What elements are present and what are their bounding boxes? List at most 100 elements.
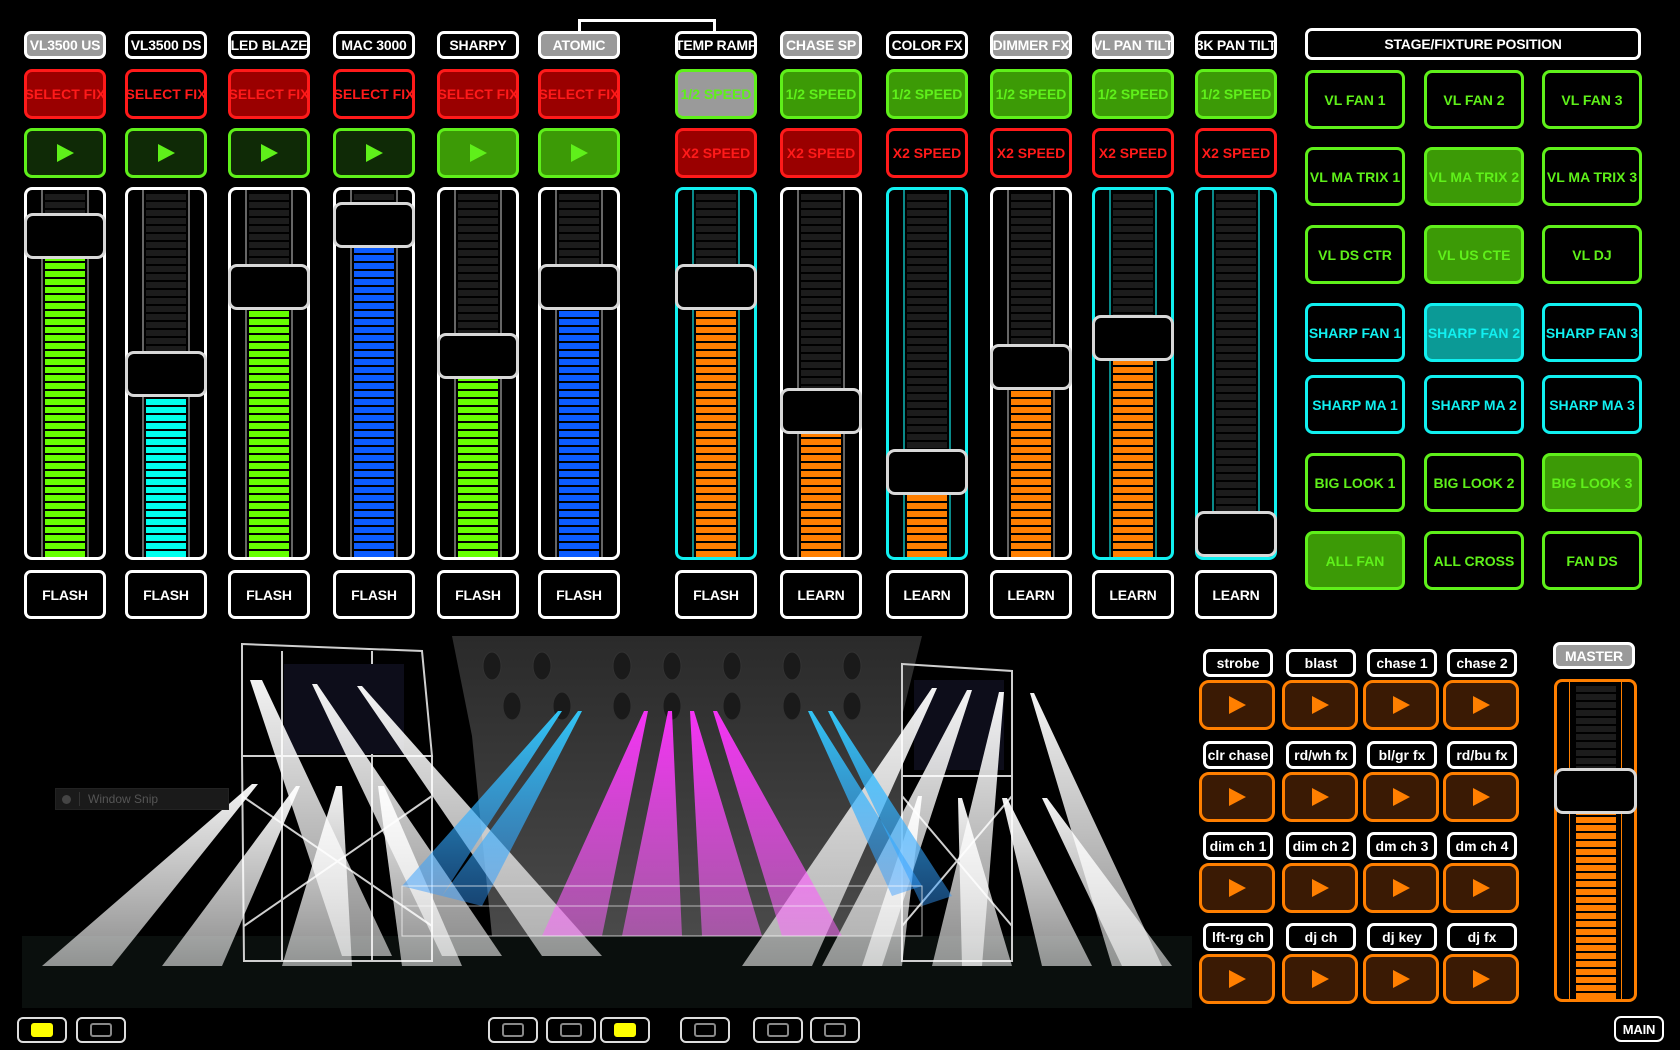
flash-button[interactable]: FLASH [538,570,620,619]
master-fader-knob[interactable] [1554,768,1637,814]
fixture-channel-fader[interactable] [437,187,519,560]
page-button[interactable] [17,1017,67,1043]
effect-channel-fader-knob[interactable] [886,449,968,495]
effect-channel-fader[interactable] [780,187,862,560]
select-fixture-button[interactable]: SELECT FIX [538,69,620,119]
flash-button[interactable]: FLASH [437,570,519,619]
stage-visualizer[interactable] [22,636,1192,1008]
position-button[interactable]: SHARP MA 2 [1424,375,1524,434]
cue-play-button[interactable] [1443,954,1519,1004]
page-button[interactable] [488,1017,538,1043]
position-button[interactable]: VL FAN 3 [1542,70,1642,129]
position-button[interactable]: VL MA TRIX 3 [1542,147,1642,206]
cue-play-button[interactable] [1443,772,1519,822]
position-button[interactable]: VL FAN 1 [1305,70,1405,129]
cue-play-button[interactable] [1363,954,1439,1004]
position-button[interactable]: BIG LOOK 2 [1424,453,1524,512]
position-button[interactable]: VL DJ [1542,225,1642,284]
effect-channel-fader-knob[interactable] [780,388,862,434]
effect-channel-fader-knob[interactable] [1195,511,1277,557]
half-speed-button[interactable]: 1/2 SPEED [780,69,862,119]
fixture-channel-fader[interactable] [228,187,310,560]
position-button[interactable]: BIG LOOK 1 [1305,453,1405,512]
half-speed-button[interactable]: 1/2 SPEED [990,69,1072,119]
select-fixture-button[interactable]: SELECT FIX [24,69,106,119]
cue-play-button[interactable] [1199,954,1275,1004]
fixture-channel-fader-knob[interactable] [333,202,415,248]
play-button[interactable] [437,128,519,178]
position-button[interactable]: VL FAN 2 [1424,70,1524,129]
learn-button[interactable]: LEARN [780,570,862,619]
half-speed-button[interactable]: 1/2 SPEED [1195,69,1277,119]
effect-channel-fader-knob[interactable] [1092,315,1174,361]
flash-button[interactable]: FLASH [333,570,415,619]
page-button[interactable] [76,1017,126,1043]
position-button[interactable]: VL DS CTR [1305,225,1405,284]
cue-play-button[interactable] [1443,863,1519,913]
effect-channel-fader[interactable] [990,187,1072,560]
flash-button[interactable]: FLASH [125,570,207,619]
position-button[interactable]: ALL CROSS [1424,531,1524,590]
page-button[interactable] [753,1017,803,1043]
play-button[interactable] [333,128,415,178]
cue-play-button[interactable] [1199,863,1275,913]
fixture-channel-fader-knob[interactable] [437,333,519,379]
select-fixture-button[interactable]: SELECT FIX [125,69,207,119]
double-speed-button[interactable]: X2 SPEED [1092,128,1174,178]
learn-button[interactable]: LEARN [886,570,968,619]
select-fixture-button[interactable]: SELECT FIX [333,69,415,119]
double-speed-button[interactable]: X2 SPEED [780,128,862,178]
effect-channel-fader[interactable] [1092,187,1174,560]
cue-play-button[interactable] [1282,954,1358,1004]
cue-play-button[interactable] [1199,680,1275,730]
double-speed-button[interactable]: X2 SPEED [990,128,1072,178]
position-button[interactable]: SHARP MA 3 [1542,375,1642,434]
select-fixture-button[interactable]: SELECT FIX [228,69,310,119]
position-button[interactable]: VL US CTE [1424,225,1524,284]
fixture-channel-fader-knob[interactable] [228,264,310,310]
double-speed-button[interactable]: X2 SPEED [675,128,757,178]
master-fader[interactable] [1554,679,1637,1002]
position-button[interactable]: SHARP FAN 3 [1542,303,1642,362]
position-button[interactable]: SHARP MA 1 [1305,375,1405,434]
fixture-channel-fader-knob[interactable] [24,213,106,259]
page-button[interactable] [680,1017,730,1043]
fixture-channel-fader[interactable] [125,187,207,560]
double-speed-button[interactable]: X2 SPEED [886,128,968,178]
effect-channel-fader[interactable] [886,187,968,560]
cue-play-button[interactable] [1282,680,1358,730]
learn-button[interactable]: LEARN [1195,570,1277,619]
cue-play-button[interactable] [1363,772,1439,822]
fixture-channel-fader-knob[interactable] [125,351,207,397]
position-button[interactable]: SHARP FAN 2 [1424,303,1524,362]
main-button[interactable]: MAIN [1614,1016,1664,1042]
play-button[interactable] [24,128,106,178]
half-speed-button[interactable]: 1/2 SPEED [1092,69,1174,119]
fixture-channel-fader[interactable] [538,187,620,560]
play-button[interactable] [125,128,207,178]
double-speed-button[interactable]: X2 SPEED [1195,128,1277,178]
flash-button[interactable]: FLASH [24,570,106,619]
cue-play-button[interactable] [1282,772,1358,822]
window-snip-overlay[interactable]: Window Snip [55,788,229,810]
effect-channel-fader[interactable] [675,187,757,560]
effect-channel-fader[interactable] [1195,187,1277,560]
position-button[interactable]: SHARP FAN 1 [1305,303,1405,362]
position-button[interactable]: FAN DS [1542,531,1642,590]
play-button[interactable] [538,128,620,178]
position-button[interactable]: BIG LOOK 3 [1542,453,1642,512]
cue-play-button[interactable] [1363,863,1439,913]
position-button[interactable]: VL MA TRIX 1 [1305,147,1405,206]
cue-play-button[interactable] [1443,680,1519,730]
select-fixture-button[interactable]: SELECT FIX [437,69,519,119]
cue-play-button[interactable] [1363,680,1439,730]
learn-button[interactable]: LEARN [990,570,1072,619]
effect-channel-fader-knob[interactable] [675,264,757,310]
learn-button[interactable]: LEARN [1092,570,1174,619]
fixture-channel-fader-knob[interactable] [538,264,620,310]
page-button[interactable] [810,1017,860,1043]
position-button[interactable]: ALL FAN [1305,531,1405,590]
flash-button[interactable]: FLASH [675,570,757,619]
page-button[interactable] [546,1017,596,1043]
cue-play-button[interactable] [1199,772,1275,822]
